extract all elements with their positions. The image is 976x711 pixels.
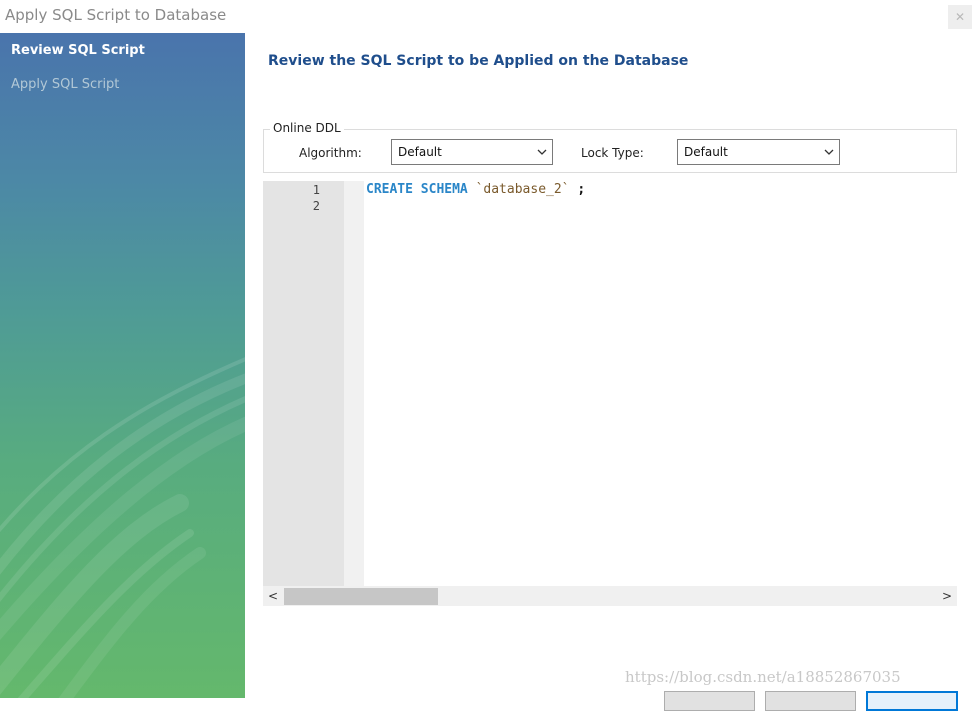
close-icon: ✕: [954, 10, 966, 24]
online-ddl-legend: Online DDL: [270, 121, 344, 135]
chevron-right-icon: >: [941, 589, 953, 603]
scroll-left-button[interactable]: <: [263, 586, 283, 606]
back-button[interactable]: [664, 691, 755, 711]
apply-button[interactable]: [765, 691, 856, 711]
line-number: 1: [312, 183, 320, 197]
algorithm-label: Algorithm:: [299, 146, 362, 160]
scrollbar-thumb[interactable]: [284, 588, 438, 605]
line-number-gutter: [263, 181, 344, 586]
page-title: Review the SQL Script to be Applied on t…: [268, 53, 689, 69]
sql-keyword: CREATE SCHEMA: [366, 182, 468, 197]
scroll-right-button[interactable]: >: [937, 586, 957, 606]
cancel-button[interactable]: [866, 691, 958, 711]
sidebar-decoration: [0, 357, 245, 698]
sql-identifier: `database_2`: [475, 182, 570, 197]
sql-editor[interactable]: 1 2 CREATE SCHEMA `database_2` ;: [263, 181, 957, 586]
watermark: https://blog.csdn.net/a18852867035: [625, 668, 901, 686]
code-line: CREATE SCHEMA `database_2` ;: [366, 182, 585, 197]
chevron-down-icon: [824, 149, 834, 155]
horizontal-scrollbar[interactable]: < >: [263, 586, 957, 606]
lock-type-value: Default: [684, 145, 728, 159]
sidebar-item-apply-sql-script: Apply SQL Script: [11, 77, 120, 92]
fold-margin: [344, 181, 364, 586]
window-title: Apply SQL Script to Database: [5, 6, 227, 24]
wizard-sidebar: Review SQL Script Apply SQL Script: [0, 33, 245, 698]
sidebar-item-review-sql-script: Review SQL Script: [11, 43, 145, 58]
algorithm-select[interactable]: Default: [391, 139, 553, 165]
close-button[interactable]: ✕: [948, 5, 972, 29]
title-bar: Apply SQL Script to Database ✕: [0, 0, 976, 33]
chevron-down-icon: [537, 149, 547, 155]
chevron-left-icon: <: [267, 589, 279, 603]
sql-terminator: ;: [577, 182, 586, 197]
algorithm-value: Default: [398, 145, 442, 159]
lock-type-select[interactable]: Default: [677, 139, 840, 165]
line-number: 2: [312, 199, 320, 213]
lock-type-label: Lock Type:: [581, 146, 644, 160]
